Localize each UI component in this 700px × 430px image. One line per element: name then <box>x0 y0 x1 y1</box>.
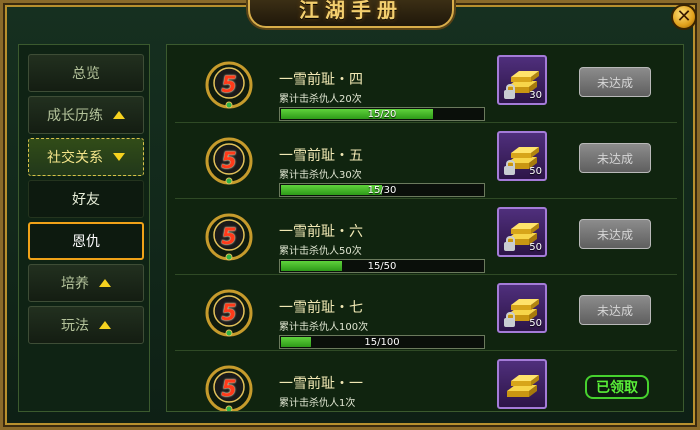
progress-text: 15/30 <box>367 184 397 196</box>
badge-number: 5 <box>221 148 237 174</box>
quest-row: 5 一雪前耻・六 累计击杀仇人50次 15/50 50 未达成 <box>175 205 677 275</box>
reward-count: 50 <box>529 242 542 253</box>
progress-bar: 15/20 <box>279 107 485 121</box>
claim-button[interactable]: 未达成 <box>579 143 651 173</box>
reward-count: 50 <box>529 318 542 329</box>
sidebar-item-friends[interactable]: 好友 <box>28 180 144 218</box>
quest-row: 5 一雪前耻・四 累计击杀仇人20次 15/20 30 未达成 <box>175 53 677 123</box>
sidebar-item-growth[interactable]: 成长历练 <box>28 96 144 134</box>
sidebar-item-enemies[interactable]: 恩仇 <box>28 222 144 260</box>
quest-description: 累计击杀仇人30次 <box>279 170 362 181</box>
sidebar-item-label: 总览 <box>72 66 100 82</box>
sidebar-item-label: 社交关系 <box>47 150 103 166</box>
expand-arrow-icon <box>113 111 125 119</box>
quest-description: 累计击杀仇人20次 <box>279 94 362 105</box>
quest-title: 一雪前耻・六 <box>279 224 363 240</box>
reward-item[interactable]: 50 <box>497 207 547 257</box>
level-badge: 5 <box>203 363 255 411</box>
sidebar-item-social[interactable]: 社交关系 <box>28 138 144 176</box>
lock-icon <box>504 84 515 99</box>
claim-button[interactable]: 未达成 <box>579 295 651 325</box>
title-plate: 江湖手册 <box>248 0 454 28</box>
progress-bar: 15/30 <box>279 183 485 197</box>
reward-item[interactable]: 50 <box>497 283 547 333</box>
reward-item[interactable]: 30 <box>497 55 547 105</box>
quest-title: 一雪前耻・四 <box>279 72 363 88</box>
quest-row: 5 一雪前耻・五 累计击杀仇人30次 15/30 50 未达成 <box>175 129 677 199</box>
quest-title: 一雪前耻・五 <box>279 148 363 164</box>
quest-row: 5 一雪前耻・一 累计击杀仇人1次 已领取 <box>175 357 677 411</box>
quest-title: 一雪前耻・一 <box>279 376 363 392</box>
sidebar-item-training[interactable]: 培养 <box>28 264 144 302</box>
level-badge: 5 <box>203 135 255 187</box>
quest-description: 累计击杀仇人100次 <box>279 322 369 333</box>
progress-text: 15/100 <box>364 336 400 348</box>
progress-bar: 15/50 <box>279 259 485 273</box>
gold-ingot-icon <box>507 375 539 397</box>
sidebar-item-gameplay[interactable]: 玩法 <box>28 306 144 344</box>
badge-number: 5 <box>221 72 237 98</box>
progress-bar: 15/100 <box>279 335 485 349</box>
reward-count: 50 <box>529 166 542 177</box>
expand-arrow-icon <box>99 321 111 329</box>
claim-button[interactable]: 未达成 <box>579 219 651 249</box>
sidebar-item-overview[interactable]: 总览 <box>28 54 144 92</box>
close-button[interactable]: ✕ <box>671 4 697 30</box>
lock-icon <box>504 312 515 327</box>
progress-text: 15/20 <box>367 108 397 120</box>
level-badge: 5 <box>203 287 255 339</box>
progress-text: 15/50 <box>367 260 397 272</box>
close-icon: ✕ <box>676 6 692 27</box>
lock-icon <box>504 236 515 251</box>
quest-description: 累计击杀仇人50次 <box>279 246 362 257</box>
quest-title: 一雪前耻・七 <box>279 300 363 316</box>
sidebar-item-label: 好友 <box>72 192 100 208</box>
reward-item[interactable]: 50 <box>497 131 547 181</box>
level-badge: 5 <box>203 59 255 111</box>
badge-number: 5 <box>221 376 237 402</box>
claimed-badge: 已领取 <box>585 375 649 399</box>
reward-count: 30 <box>529 90 542 101</box>
sidebar-item-label: 恩仇 <box>72 234 100 250</box>
badge-number: 5 <box>221 224 237 250</box>
collapse-arrow-icon <box>113 153 125 161</box>
sidebar: 总览 成长历练 社交关系 好友 恩仇 培养 玩法 <box>18 44 150 412</box>
lock-icon <box>504 160 515 175</box>
sidebar-item-label: 培养 <box>61 276 89 292</box>
sidebar-item-label: 玩法 <box>61 318 89 334</box>
badge-number: 5 <box>221 300 237 326</box>
window-title: 江湖手册 <box>299 0 403 22</box>
claim-button[interactable]: 未达成 <box>579 67 651 97</box>
reward-item[interactable] <box>497 359 547 409</box>
level-badge: 5 <box>203 211 255 263</box>
quest-description: 累计击杀仇人1次 <box>279 398 356 409</box>
quest-list[interactable]: 5 一雪前耻・四 累计击杀仇人20次 15/20 30 未达成 5 一雪前耻・五… <box>166 44 684 412</box>
quest-row: 5 一雪前耻・七 累计击杀仇人100次 15/100 50 未达成 <box>175 281 677 351</box>
expand-arrow-icon <box>99 279 111 287</box>
sidebar-item-label: 成长历练 <box>47 108 103 124</box>
